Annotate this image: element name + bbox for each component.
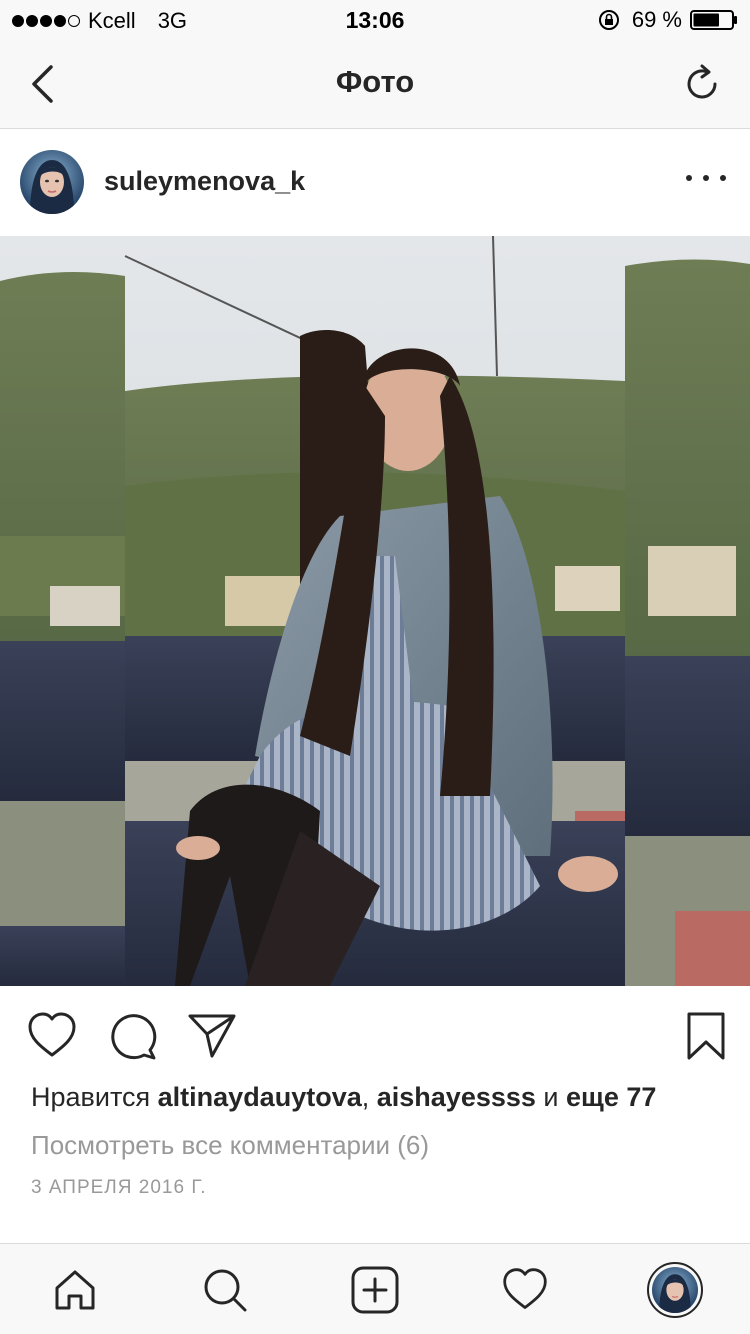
search-icon <box>204 1269 247 1312</box>
signal-dot <box>26 15 38 27</box>
avatar[interactable] <box>20 150 84 214</box>
more-dot <box>686 175 692 181</box>
tab-bar <box>0 1243 750 1334</box>
tab-home[interactable] <box>47 1262 103 1318</box>
avatar-image <box>20 150 84 214</box>
nav-bar: Фото <box>0 40 750 129</box>
status-right: 69 % <box>598 7 738 33</box>
heart-icon <box>28 1012 76 1057</box>
liker-link[interactable]: altinaydauytova <box>158 1082 362 1112</box>
send-icon <box>188 1014 236 1058</box>
tab-add-post[interactable] <box>347 1262 403 1318</box>
refresh-icon <box>687 64 717 99</box>
comment-icon <box>111 1014 157 1060</box>
post-photo[interactable] <box>0 236 750 986</box>
profile-avatar <box>652 1267 698 1313</box>
carrier-name: Kcell <box>88 8 136 33</box>
tab-activity[interactable] <box>497 1262 553 1318</box>
more-dot <box>720 175 726 181</box>
photo-image <box>0 236 750 986</box>
more-likes-link[interactable]: еще 77 <box>566 1082 656 1112</box>
signal-dot <box>68 15 80 27</box>
comment-button[interactable] <box>106 1010 158 1062</box>
page-title: Фото <box>335 64 415 99</box>
more-options-button[interactable] <box>686 166 726 190</box>
signal-strength-icon <box>12 15 80 27</box>
likes-summary: Нравится altinaydauytova, aishayessss и … <box>31 1082 656 1113</box>
signal-dot <box>12 15 24 27</box>
chevron-left-icon <box>32 65 53 103</box>
likes-prefix: Нравится <box>31 1082 151 1112</box>
add-icon <box>351 1266 399 1314</box>
likes-and: и <box>543 1082 559 1112</box>
battery-icon <box>690 10 737 30</box>
network-type: 3G <box>157 8 188 33</box>
bookmark-icon <box>687 1012 725 1060</box>
signal-dot <box>40 15 52 27</box>
battery-percent: 69 % <box>631 7 682 32</box>
refresh-button[interactable] <box>680 62 724 106</box>
like-button[interactable] <box>26 1010 78 1062</box>
signal-dot <box>54 15 66 27</box>
save-button[interactable] <box>680 1010 732 1062</box>
post-username[interactable]: suleymenova_k <box>104 166 305 197</box>
home-icon <box>55 1270 95 1310</box>
share-button[interactable] <box>186 1010 238 1062</box>
likes-separator: , <box>361 1082 370 1112</box>
back-button[interactable] <box>22 62 62 106</box>
status-bar: Kcell 3G 13:06 69 % <box>0 0 750 40</box>
profile-avatar-image <box>652 1267 698 1313</box>
post-header: suleymenova_k <box>0 130 750 236</box>
rotation-lock-icon <box>598 10 619 30</box>
liker-link[interactable]: aishayessss <box>377 1082 536 1112</box>
view-comments-link[interactable]: Посмотреть все комментарии (6) <box>31 1130 429 1161</box>
tab-search[interactable] <box>197 1262 253 1318</box>
more-dot <box>703 175 709 181</box>
action-bar <box>0 986 750 1082</box>
status-left: Kcell 3G <box>12 8 187 34</box>
tab-profile[interactable] <box>647 1262 703 1318</box>
heart-icon <box>503 1268 547 1309</box>
post-date: 3 АПРЕЛЯ 2016 Г. <box>31 1177 207 1198</box>
